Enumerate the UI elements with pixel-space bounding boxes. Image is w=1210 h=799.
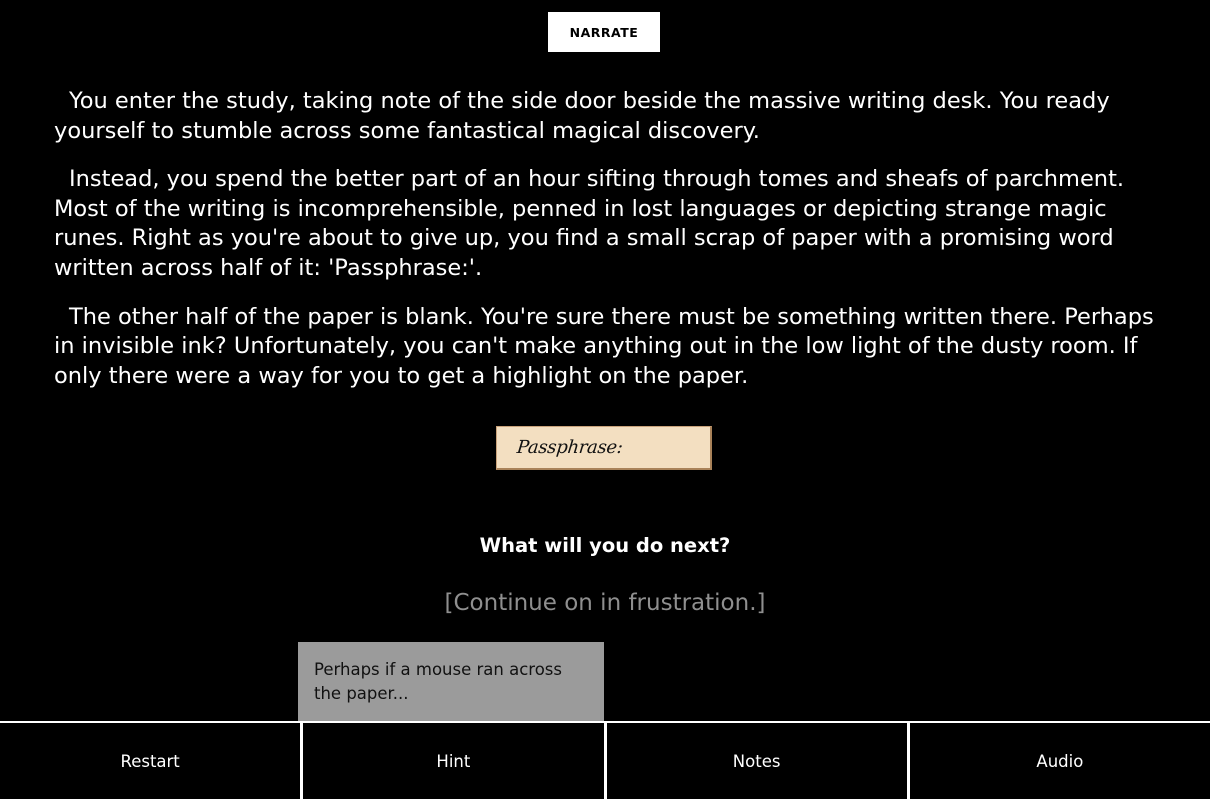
story-paragraph: Instead, you spend the better part of an… (54, 166, 1125, 281)
next-action-prompt: What will you do next? (479, 534, 731, 557)
passphrase-label: Passphrase: (515, 437, 624, 458)
game-screen: NARRATE You enter the study, taking note… (0, 0, 1210, 799)
restart-button[interactable]: Restart (0, 723, 301, 799)
narrate-button[interactable]: NARRATE (548, 12, 660, 52)
choice-continue[interactable]: [Continue on in frustration.] (0, 590, 1210, 616)
hint-button[interactable]: Hint (300, 723, 604, 799)
notes-button[interactable]: Notes (603, 723, 907, 799)
story-paragraph: The other half of the paper is blank. Yo… (54, 303, 1154, 389)
paper-scrap[interactable]: Passphrase: (496, 426, 712, 470)
bottom-menu: Restart Hint Notes Audio (0, 721, 1210, 799)
story-text: You enter the study, taking note of the … (54, 87, 1164, 410)
hint-popup: Perhaps if a mouse ran across the paper.… (298, 642, 604, 722)
audio-button[interactable]: Audio (906, 723, 1210, 799)
story-paragraph: You enter the study, taking note of the … (54, 88, 1110, 144)
